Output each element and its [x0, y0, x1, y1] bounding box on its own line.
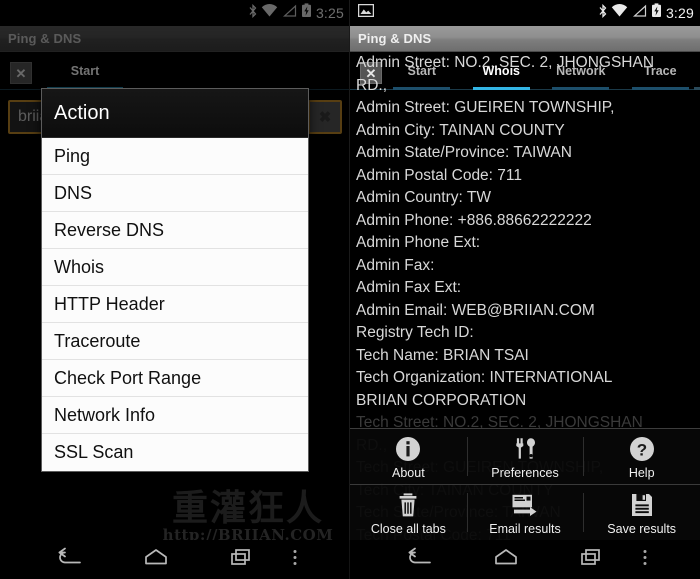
recents-icon[interactable]: [228, 547, 254, 572]
trash-icon: [395, 490, 421, 520]
menu-item-email-results[interactable]: Email results: [466, 485, 584, 540]
menu-item-about-label: About: [392, 465, 425, 480]
menu-item-about[interactable]: About: [350, 429, 467, 484]
right-status-bar-icons: 3:29: [599, 3, 694, 23]
action-item-ping[interactable]: Ping: [42, 138, 308, 175]
home-icon[interactable]: [493, 547, 519, 572]
action-item-traceroute[interactable]: Traceroute: [42, 323, 308, 360]
right-status-bar: 3:29: [350, 0, 700, 26]
action-item-reverse-dns[interactable]: Reverse DNS: [42, 212, 308, 249]
options-menu-row-2: Close all tabs Email results Save result…: [350, 484, 700, 540]
svg-text:?: ?: [636, 440, 646, 459]
action-dialog-header: Action: [42, 89, 308, 138]
signal-icon: [632, 4, 647, 23]
home-icon[interactable]: [143, 547, 169, 572]
bluetooth-icon: [599, 3, 607, 23]
action-dialog: Action Ping DNS Reverse DNS Whois HTTP H…: [41, 88, 309, 472]
action-item-check-port-range[interactable]: Check Port Range: [42, 360, 308, 397]
overflow-menu-icon[interactable]: [290, 547, 300, 572]
action-item-ssl-scan[interactable]: SSL Scan: [42, 434, 308, 471]
whois-results-text: Admin Street: NO.2, SEC. 2, JHONGSHAN RD…: [356, 54, 655, 409]
action-dialog-list: Ping DNS Reverse DNS Whois HTTP Header T…: [42, 138, 308, 471]
options-menu: About Preferences ? Help Close all tabs …: [350, 428, 700, 540]
right-phone-panel: 3:29 Ping & DNS ✕ Start Whois Network Tr…: [350, 0, 700, 540]
action-item-dns[interactable]: DNS: [42, 175, 308, 212]
battery-icon: [651, 3, 662, 23]
back-icon[interactable]: [56, 547, 82, 572]
floppy-save-icon: [629, 490, 655, 520]
android-navigation-bar: [0, 540, 700, 579]
email-icon: [511, 490, 539, 520]
left-phone-panel: 3:25 Ping & DNS ✕ Start briian.com ✖ Act…: [0, 0, 350, 540]
left-navigation-buttons: [0, 540, 350, 579]
action-item-whois[interactable]: Whois: [42, 249, 308, 286]
screenshot-root: 3:25 Ping & DNS ✕ Start briian.com ✖ Act…: [0, 0, 700, 579]
back-icon[interactable]: [406, 547, 432, 572]
menu-item-email-results-label: Email results: [489, 521, 561, 536]
menu-item-close-all-tabs[interactable]: Close all tabs: [350, 485, 467, 540]
right-action-bar: Ping & DNS: [350, 26, 700, 52]
menu-item-help-label: Help: [628, 465, 655, 480]
menu-item-save-results-label: Save results: [607, 521, 677, 536]
overflow-menu-icon[interactable]: [640, 547, 650, 572]
menu-item-save-results[interactable]: Save results: [583, 485, 700, 540]
wifi-icon: [611, 3, 628, 23]
action-dialog-title: Action: [54, 101, 110, 124]
action-item-network-info[interactable]: Network Info: [42, 397, 308, 434]
right-navigation-buttons: [350, 540, 700, 579]
recents-icon[interactable]: [578, 547, 604, 572]
menu-item-close-all-tabs-label: Close all tabs: [370, 521, 446, 536]
menu-item-help[interactable]: ? Help: [583, 429, 700, 484]
tools-icon: [512, 434, 538, 464]
question-icon: ?: [629, 434, 655, 464]
right-app-title: Ping & DNS: [358, 31, 432, 46]
menu-item-preferences[interactable]: Preferences: [466, 429, 584, 484]
menu-item-preferences-label: Preferences: [491, 465, 559, 480]
action-item-http-header[interactable]: HTTP Header: [42, 286, 308, 323]
right-status-bar-notifications: [357, 3, 599, 22]
right-clock: 3:29: [665, 5, 694, 21]
options-menu-row-1: About Preferences ? Help: [350, 429, 700, 484]
screenshot-icon: [357, 3, 375, 22]
navbar-divider: [349, 540, 350, 579]
info-icon: [395, 434, 421, 464]
